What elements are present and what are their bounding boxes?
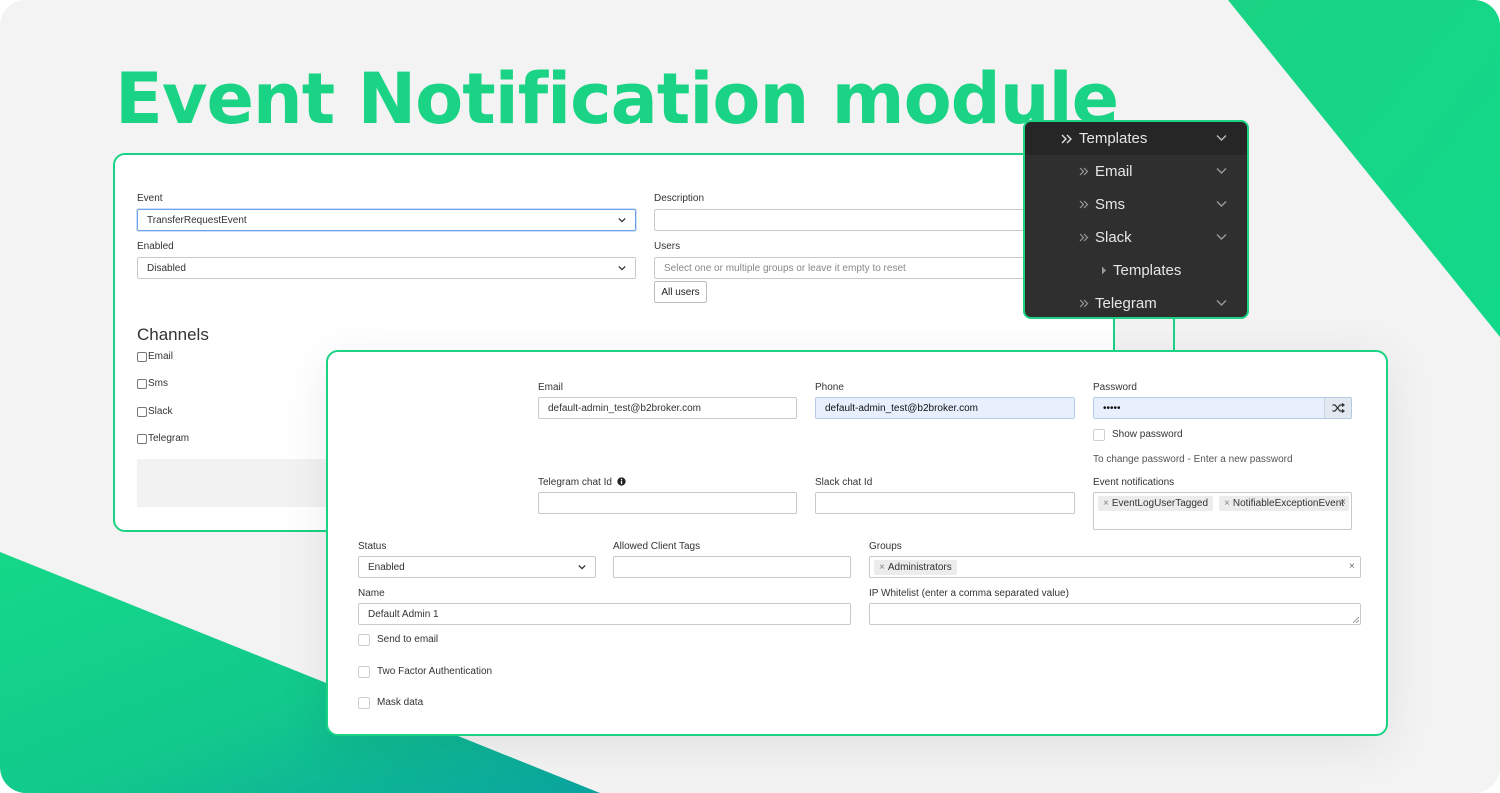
clear-groups-icon[interactable]: × [1349, 561, 1355, 572]
menu-item-slack-templates[interactable]: Templates [1025, 254, 1247, 287]
show-password-label: Show password [1112, 429, 1183, 440]
status-label: Status [358, 541, 387, 552]
menu-item-email[interactable]: Email [1025, 155, 1247, 188]
users-label: Users [654, 241, 681, 252]
channel-email-label: Email [148, 351, 174, 362]
telegram-chat-id-input[interactable] [538, 492, 797, 514]
channel-sms-label: Sms [148, 378, 168, 389]
double-chevron-right-icon [1079, 200, 1089, 209]
channels-title: Channels [137, 325, 209, 344]
templates-menu: Templates Email Sms Slack Templates Tele… [1023, 120, 1249, 319]
telegram-label: Telegram chat Id [538, 477, 626, 488]
slack-chat-id-input[interactable] [815, 492, 1075, 514]
generate-password-button[interactable] [1324, 398, 1351, 418]
event-select[interactable]: TransferRequestEvent [137, 209, 636, 231]
menu-item-sms[interactable]: Sms [1025, 188, 1247, 221]
admin-form-card: Email default-admin_test@b2broker.com Ph… [326, 350, 1388, 736]
ip-whitelist-textarea[interactable] [869, 603, 1361, 625]
channel-email-checkbox[interactable] [137, 352, 147, 362]
menu-item-templates[interactable]: Templates [1025, 122, 1247, 155]
event-notifications-label: Event notifications [1093, 477, 1175, 488]
mask-data-checkbox[interactable] [358, 697, 370, 709]
groups-select[interactable]: × Administrators [869, 556, 1361, 578]
event-notification-tag: × EventLogUserTagged [1098, 496, 1214, 511]
double-chevron-right-icon [1079, 233, 1089, 242]
menu-item-telegram[interactable]: Telegram [1025, 287, 1247, 317]
password-label: Password [1093, 382, 1137, 393]
all-users-button[interactable]: All users [654, 281, 707, 303]
caret-right-icon [1101, 266, 1107, 275]
enabled-label: Enabled [137, 241, 174, 252]
two-factor-label: Two Factor Authentication [377, 666, 493, 677]
ip-whitelist-label: IP Whitelist (enter a comma separated va… [869, 588, 1069, 599]
name-label: Name [358, 588, 385, 599]
allowed-client-tags-input[interactable] [613, 556, 851, 578]
status-select[interactable]: Enabled [358, 556, 596, 578]
channel-slack-checkbox[interactable] [137, 407, 147, 417]
email-input[interactable]: default-admin_test@b2broker.com [538, 397, 797, 419]
page-title: Event Notification module [115, 58, 1119, 140]
event-notification-tag: × NotifiableExceptionEvent [1219, 496, 1350, 511]
canvas: Event Notification module Event Transfer… [0, 0, 1500, 793]
send-to-email-label: Send to email [377, 634, 439, 645]
info-icon[interactable] [617, 477, 626, 486]
shuffle-icon [1332, 403, 1345, 413]
chevron-down-icon[interactable] [1216, 167, 1227, 175]
channel-telegram-label: Telegram [148, 433, 190, 444]
chevron-down-icon[interactable] [1216, 134, 1227, 142]
chevron-down-icon[interactable] [1216, 200, 1227, 208]
allowed-client-tags-label: Allowed Client Tags [613, 541, 701, 552]
channel-slack-label: Slack [148, 406, 173, 417]
event-label: Event [137, 193, 163, 204]
double-chevron-right-icon [1079, 299, 1089, 308]
send-to-email-checkbox[interactable] [358, 634, 370, 646]
groups-label: Groups [869, 541, 902, 552]
remove-tag-icon[interactable]: × [879, 562, 885, 573]
channel-settings-panel [137, 459, 337, 507]
show-password-checkbox[interactable] [1093, 429, 1105, 441]
chevron-down-icon [578, 564, 586, 570]
mask-data-label: Mask data [377, 697, 424, 708]
description-label: Description [654, 193, 705, 204]
chevron-down-icon [618, 265, 626, 271]
menu-item-slack[interactable]: Slack [1025, 221, 1247, 254]
enabled-select[interactable]: Disabled [137, 257, 636, 279]
remove-tag-icon[interactable]: × [1224, 498, 1230, 509]
chevron-down-icon[interactable] [1216, 299, 1227, 307]
connector-line [1173, 318, 1175, 351]
group-tag: × Administrators [874, 559, 957, 575]
chevron-down-icon[interactable] [1216, 233, 1227, 241]
event-notifications-select[interactable]: × EventLogUserTagged × NotifiableException… [1093, 492, 1352, 530]
phone-input[interactable]: default-admin_test@b2broker.com [815, 397, 1075, 419]
chevron-down-icon [618, 217, 626, 223]
clear-event-notifications-icon[interactable]: × [1340, 497, 1346, 508]
double-chevron-right-icon [1061, 134, 1073, 144]
name-input[interactable]: Default Admin 1 [358, 603, 851, 625]
channel-telegram-checkbox[interactable] [137, 434, 147, 444]
channel-sms-checkbox[interactable] [137, 379, 147, 389]
password-hint: To change password - Enter a new passwor… [1093, 454, 1293, 465]
remove-tag-icon[interactable]: × [1103, 498, 1109, 509]
password-input[interactable]: ••••• [1093, 397, 1352, 419]
double-chevron-right-icon [1079, 167, 1089, 176]
email-label: Email [538, 382, 564, 393]
slack-label: Slack chat Id [815, 477, 873, 488]
resize-handle-icon[interactable] [1353, 617, 1359, 623]
phone-label: Phone [815, 382, 844, 393]
two-factor-checkbox[interactable] [358, 666, 370, 678]
